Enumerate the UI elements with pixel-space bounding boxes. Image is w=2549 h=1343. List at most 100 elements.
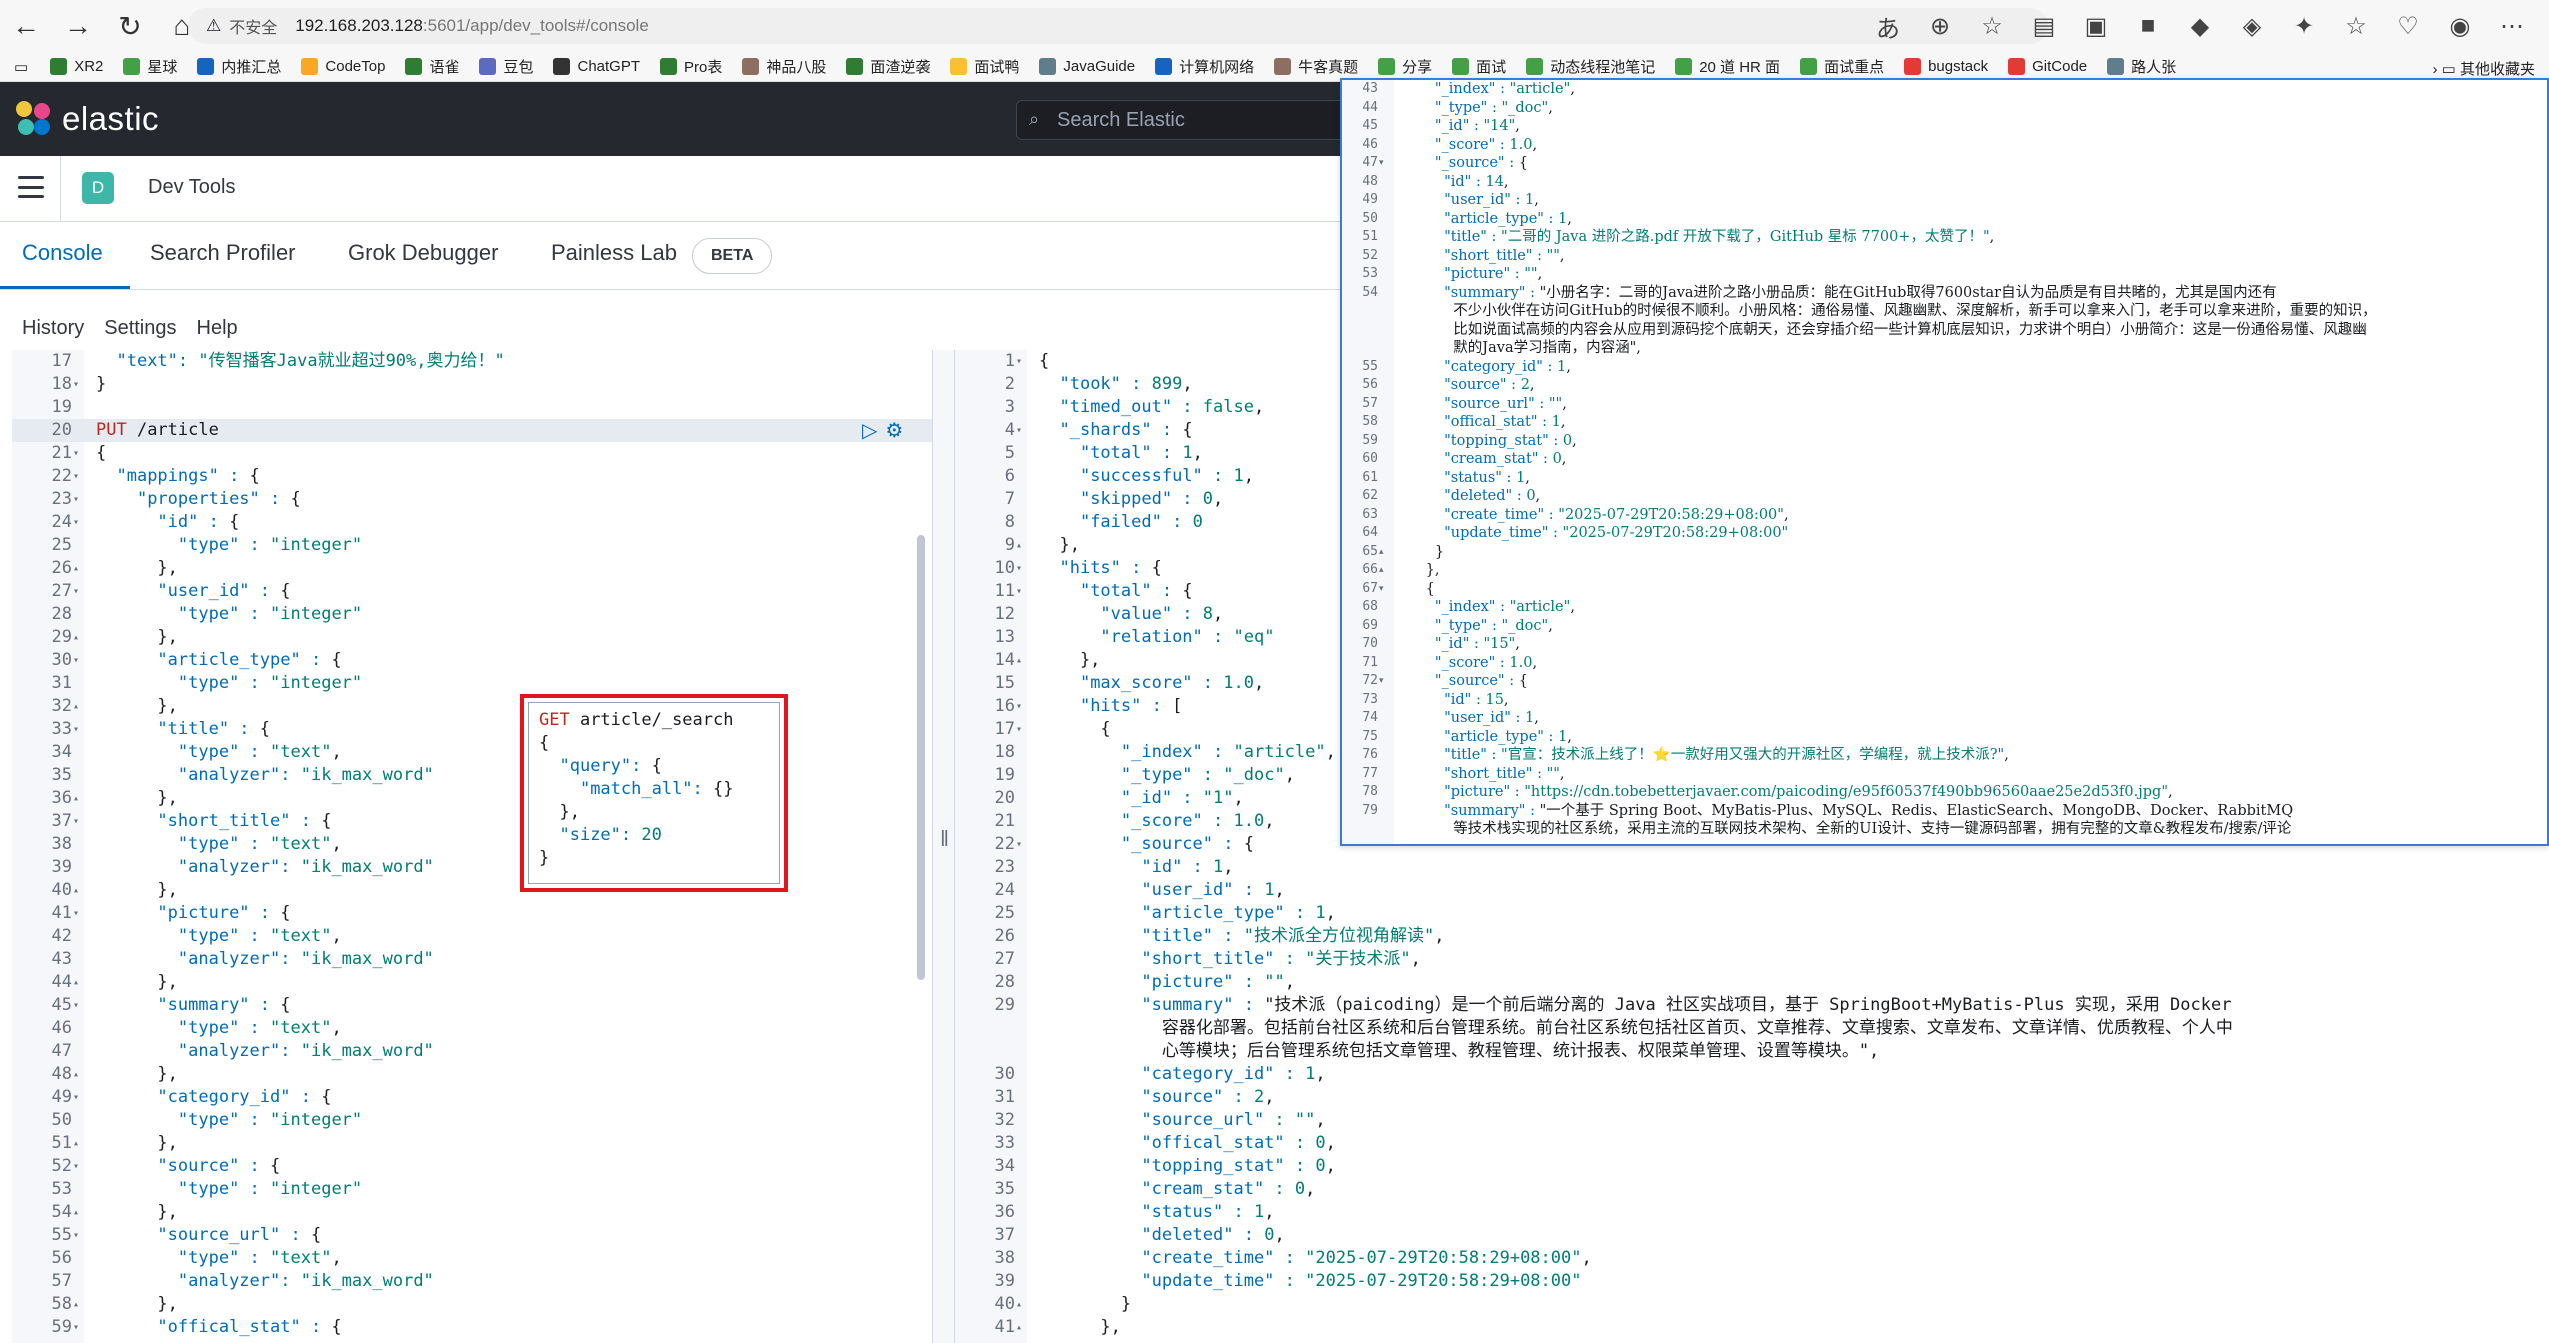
- bookmark-item[interactable]: 神品八股: [742, 56, 826, 77]
- fold-arrow-icon[interactable]: ▴: [1016, 649, 1022, 672]
- code-line[interactable]: 24 ▾ "id" : {: [12, 511, 932, 534]
- code-line[interactable]: 79 "summary" : "一个基于 Spring Boot、MyBatis…: [1342, 802, 2547, 821]
- code-line[interactable]: 67 ▾ {: [1342, 580, 2547, 599]
- wrench-icon[interactable]: ⚙: [885, 418, 903, 443]
- code-line[interactable]: 20 PUT /article: [12, 419, 932, 442]
- code-line[interactable]: 63 "create_time" : "2025-07-29T20:58:29+…: [1342, 506, 2547, 525]
- code-line[interactable]: 69 "_type" : "_doc",: [1342, 617, 2547, 636]
- fold-arrow-icon[interactable]: ▴: [73, 787, 79, 810]
- code-line[interactable]: 54 "summary" : "小册名字：二哥的Java进阶之路小册品质：能在G…: [1342, 284, 2547, 303]
- fold-arrow-icon[interactable]: ▴: [1016, 534, 1022, 557]
- star-icon[interactable]: ☆: [1977, 11, 2007, 41]
- code-line[interactable]: 51 ▴ },: [12, 1132, 932, 1155]
- code-line[interactable]: 68 "_index" : "article",: [1342, 598, 2547, 617]
- fold-arrow-icon[interactable]: ▴: [1016, 1316, 1022, 1339]
- bookmark-item[interactable]: 计算机网络: [1155, 56, 1254, 77]
- tab-grok-debugger[interactable]: Grok Debugger: [348, 240, 498, 266]
- extension4-icon[interactable]: ◈: [2237, 11, 2267, 41]
- code-line[interactable]: 48 "id" : 14,: [1342, 173, 2547, 192]
- code-line[interactable]: 27 "short_title" : "关于技术派",: [955, 948, 2549, 971]
- code-line[interactable]: 28 "type" : "integer": [12, 603, 932, 626]
- code-line[interactable]: 不少小伙伴在访问GitHub的时候很不顺利。小册风格：通俗易懂、风趣幽默、深度解…: [1342, 302, 2547, 321]
- fold-arrow-icon[interactable]: ▴: [73, 695, 79, 718]
- fold-arrow-icon[interactable]: ▾: [73, 649, 79, 672]
- code-line[interactable]: 60 "cream_stat" : 0,: [1342, 450, 2547, 469]
- code-line[interactable]: 45 ▾ "summary" : {: [12, 994, 932, 1017]
- more-icon[interactable]: ⋯: [2497, 11, 2527, 41]
- code-line[interactable]: 19: [12, 396, 932, 419]
- code-line[interactable]: 默的Java学习指南，内容涵",: [1342, 339, 2547, 358]
- tab-painless-lab[interactable]: Painless Lab: [551, 240, 677, 266]
- code-line[interactable]: 55 ▾ "source_url" : {: [12, 1224, 932, 1247]
- bookmark-item[interactable]: 动态线程池笔记: [1526, 56, 1655, 77]
- code-line[interactable]: 64 "update_time" : "2025-07-29T20:58:29+…: [1342, 524, 2547, 543]
- bookmark-item[interactable]: 分享: [1378, 56, 1432, 77]
- code-line[interactable]: 70 "_id" : "15",: [1342, 635, 2547, 654]
- code-line[interactable]: 41 ▾ "picture" : {: [12, 902, 932, 925]
- code-line[interactable]: 52 "short_title" : "",: [1342, 247, 2547, 266]
- fold-arrow-icon[interactable]: ▾: [1016, 557, 1022, 580]
- global-search-input[interactable]: ⌕ Search Elastic: [1016, 100, 1346, 140]
- fold-arrow-icon[interactable]: ▾: [73, 580, 79, 603]
- code-line[interactable]: 36 "status" : 1,: [955, 1201, 2549, 1224]
- code-line[interactable]: 32 "source_url" : "",: [955, 1109, 2549, 1132]
- extension3-icon[interactable]: ◆: [2185, 11, 2215, 41]
- code-line[interactable]: 28 "picture" : "",: [955, 971, 2549, 994]
- extension-icon[interactable]: ▣: [2081, 11, 2111, 41]
- code-line[interactable]: 50 "type" : "integer": [12, 1109, 932, 1132]
- code-line[interactable]: 56 "source" : 2,: [1342, 376, 2547, 395]
- translate-icon[interactable]: あ: [1873, 11, 1903, 43]
- fold-arrow-icon[interactable]: ▾: [73, 718, 79, 741]
- code-line[interactable]: 35 "cream_stat" : 0,: [955, 1178, 2549, 1201]
- code-line[interactable]: 36 ▴ },: [12, 787, 932, 810]
- fold-arrow-icon[interactable]: ▴: [73, 626, 79, 649]
- settings-link[interactable]: Settings: [104, 317, 176, 340]
- code-line[interactable]: 53 "type" : "integer": [12, 1178, 932, 1201]
- code-line[interactable]: 25 "article_type" : 1,: [955, 902, 2549, 925]
- code-line[interactable]: 42 "type" : "text",: [12, 925, 932, 948]
- code-line[interactable]: 38 "type" : "text",: [12, 833, 932, 856]
- fold-arrow-icon[interactable]: ▾: [1016, 718, 1022, 741]
- fold-arrow-icon[interactable]: ▾: [73, 1155, 79, 1178]
- fold-arrow-icon[interactable]: ▾: [73, 1224, 79, 1247]
- code-line[interactable]: 49 "user_id" : 1,: [1342, 191, 2547, 210]
- elastic-logo[interactable]: elastic: [16, 100, 159, 138]
- fold-arrow-icon[interactable]: ▾: [73, 810, 79, 833]
- fold-arrow-icon[interactable]: ▾: [73, 465, 79, 488]
- code-line[interactable]: 39 "analyzer": "ik_max_word": [12, 856, 932, 879]
- code-line[interactable]: 37 ▾ "short_title" : {: [12, 810, 932, 833]
- fold-arrow-icon[interactable]: ▾: [1379, 154, 1384, 173]
- code-line[interactable]: 50 "article_type" : 1,: [1342, 210, 2547, 229]
- code-line[interactable]: 26 ▴ },: [12, 557, 932, 580]
- fold-arrow-icon[interactable]: ▴: [73, 971, 79, 994]
- code-line[interactable]: 34 "type" : "text",: [12, 741, 932, 764]
- app-badge[interactable]: D: [82, 172, 114, 204]
- code-line[interactable]: 比如说面试高频的内容会从应用到源码挖个底朝天，还会穿插介绍一些计算机底层知识，力…: [1342, 321, 2547, 340]
- fold-arrow-icon[interactable]: ▾: [73, 488, 79, 511]
- fold-arrow-icon[interactable]: ▾: [73, 373, 79, 396]
- code-line[interactable]: 57 "analyzer": "ik_max_word": [12, 1270, 932, 1293]
- code-line[interactable]: 44 ▴ },: [12, 971, 932, 994]
- code-line[interactable]: 62 "deleted" : 0,: [1342, 487, 2547, 506]
- fold-arrow-icon[interactable]: ▴: [1379, 543, 1384, 562]
- code-line[interactable]: 46 "type" : "text",: [12, 1017, 932, 1040]
- code-line[interactable]: 52 ▾ "source" : {: [12, 1155, 932, 1178]
- fold-arrow-icon[interactable]: ▴: [1016, 1293, 1022, 1316]
- play-icon[interactable]: ▷: [862, 418, 877, 443]
- favorites-icon[interactable]: ☆: [2341, 11, 2371, 41]
- fold-arrow-icon[interactable]: ▾: [1016, 695, 1022, 718]
- code-line[interactable]: 78 "picture" : "https://cdn.tobebetterja…: [1342, 783, 2547, 802]
- request-editor-scrollbar[interactable]: [917, 535, 925, 980]
- code-line[interactable]: 66 ▴ },: [1342, 561, 2547, 580]
- code-line[interactable]: 59 ▾ "offical_stat" : {: [12, 1316, 932, 1339]
- fold-arrow-icon[interactable]: ▾: [1016, 580, 1022, 603]
- code-line[interactable]: 33 "offical_stat" : 0,: [955, 1132, 2549, 1155]
- address-bar[interactable]: ⚠ 不安全 192.168.203.128:5601/app/dev_tools…: [188, 8, 2048, 44]
- help-link[interactable]: Help: [197, 317, 238, 340]
- bookmark-item[interactable]: 星球: [123, 56, 177, 77]
- code-line[interactable]: 58 ▴ },: [12, 1293, 932, 1316]
- code-line[interactable]: 24 "user_id" : 1,: [955, 879, 2549, 902]
- fold-arrow-icon[interactable]: ▾: [73, 1086, 79, 1109]
- code-line[interactable]: 32 ▴ },: [12, 695, 932, 718]
- code-line[interactable]: 38 "create_time" : "2025-07-29T20:58:29+…: [955, 1247, 2549, 1270]
